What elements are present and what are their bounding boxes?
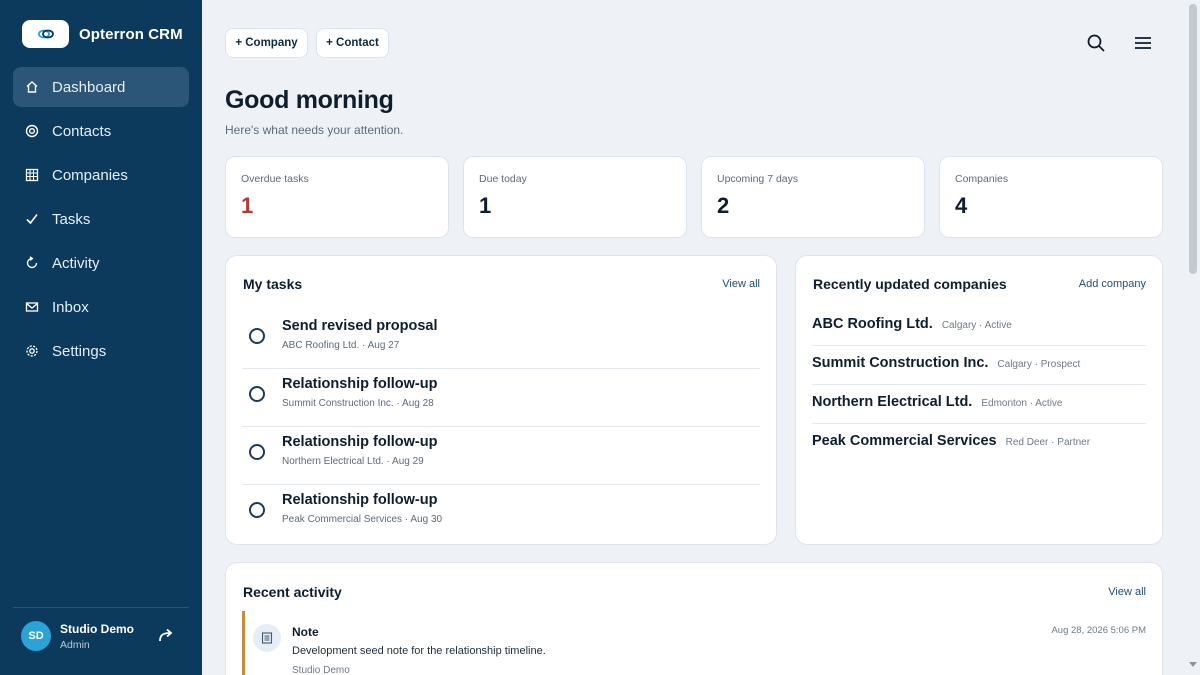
add-contact-button[interactable]: + Contact xyxy=(316,28,389,58)
task-title: Relationship follow-up xyxy=(282,434,438,450)
task-meta: Northern Electrical Ltd. · Aug 29 xyxy=(282,456,424,467)
stat-card-companies[interactable]: Companies 4 xyxy=(939,156,1163,238)
company-meta: Red Deer · Partner xyxy=(1005,437,1091,448)
sidebar-nav: Dashboard Contacts Companies Tasks Activ… xyxy=(13,67,189,375)
user-info: Studio Demo Admin xyxy=(60,622,134,651)
stat-value: 2 xyxy=(717,193,730,218)
activity-timestamp: Aug 28, 2026 5:06 PM xyxy=(1051,625,1146,636)
sidebar-item-dashboard[interactable]: Dashboard xyxy=(13,67,189,107)
company-row[interactable]: Northern Electrical Ltd. Edmonton · Acti… xyxy=(812,384,1146,424)
company-name: ABC Roofing Ltd. xyxy=(812,316,933,332)
scroll-down-icon[interactable] xyxy=(1189,662,1197,667)
sidebar-item-settings[interactable]: Settings xyxy=(13,331,189,371)
stat-label: Overdue tasks xyxy=(241,173,309,185)
sidebar-divider xyxy=(13,607,189,608)
contacts-icon xyxy=(24,123,40,139)
logo-icon xyxy=(22,20,69,48)
activity-type: Note xyxy=(292,625,319,639)
scrollbar-thumb[interactable] xyxy=(1189,4,1197,274)
task-row[interactable]: Relationship follow-up Northern Electric… xyxy=(242,428,760,485)
task-checkbox[interactable] xyxy=(249,328,265,344)
page-title: Good morning xyxy=(225,86,394,114)
task-title: Send revised proposal xyxy=(282,318,438,334)
sidebar-item-label: Companies xyxy=(52,166,128,184)
company-meta: Calgary · Prospect xyxy=(997,359,1081,370)
recent-companies-panel: Recently updated companies Add company A… xyxy=(795,255,1163,545)
company-name: Northern Electrical Ltd. xyxy=(812,394,973,410)
view-all-tasks-link[interactable]: View all xyxy=(722,278,760,290)
search-icon[interactable] xyxy=(1086,33,1106,53)
sidebar-item-label: Tasks xyxy=(52,210,91,228)
user-name: Studio Demo xyxy=(60,621,134,636)
sidebar-item-tasks[interactable]: Tasks xyxy=(13,199,189,239)
company-meta: Edmonton · Active xyxy=(981,398,1063,409)
task-title: Relationship follow-up xyxy=(282,492,438,508)
menu-icon[interactable] xyxy=(1133,33,1153,53)
sidebar-item-activity[interactable]: Activity xyxy=(13,243,189,283)
stat-card-upcoming[interactable]: Upcoming 7 days 2 xyxy=(701,156,925,238)
task-row[interactable]: Relationship follow-up Summit Constructi… xyxy=(242,370,760,427)
sidebar: Opterron CRM Dashboard Contacts Companie… xyxy=(0,0,202,675)
stat-label: Upcoming 7 days xyxy=(717,173,799,185)
my-tasks-panel: My tasks View all Send revised proposal … xyxy=(225,255,777,545)
grid-icon xyxy=(24,167,40,183)
activity-description: Development seed note for the relationsh… xyxy=(292,645,546,657)
company-name: Peak Commercial Services xyxy=(812,433,997,449)
stat-label: Due today xyxy=(479,173,527,185)
user-profile[interactable]: SD Studio Demo Admin xyxy=(21,621,181,651)
panel-title: Recently updated companies xyxy=(813,276,1007,292)
recent-activity-panel: Recent activity View all Note Developmen… xyxy=(225,562,1163,675)
sidebar-item-inbox[interactable]: Inbox xyxy=(13,287,189,327)
view-all-activity-link[interactable]: View all xyxy=(1108,586,1146,598)
sidebar-item-contacts[interactable]: Contacts xyxy=(13,111,189,151)
brand[interactable]: Opterron CRM xyxy=(22,20,183,48)
gear-icon xyxy=(24,343,40,359)
stat-value: 1 xyxy=(241,193,254,218)
sidebar-item-label: Contacts xyxy=(52,122,112,140)
logout-icon[interactable] xyxy=(157,626,177,646)
refresh-icon xyxy=(24,255,40,271)
task-checkbox[interactable] xyxy=(249,502,265,518)
add-company-link[interactable]: Add company xyxy=(1079,278,1146,290)
task-meta: Summit Construction Inc. · Aug 28 xyxy=(282,398,434,409)
company-name: Summit Construction Inc. xyxy=(812,355,989,371)
panel-title: Recent activity xyxy=(243,584,342,600)
company-meta: Calgary · Active xyxy=(941,320,1012,331)
sidebar-item-label: Dashboard xyxy=(52,78,126,96)
mail-icon xyxy=(24,299,40,315)
sidebar-item-label: Inbox xyxy=(52,298,89,316)
task-checkbox[interactable] xyxy=(249,386,265,402)
user-role: Admin xyxy=(60,638,90,651)
task-checkbox[interactable] xyxy=(249,444,265,460)
task-meta: ABC Roofing Ltd. · Aug 27 xyxy=(282,340,400,351)
company-row[interactable]: ABC Roofing Ltd. Calgary · Active xyxy=(812,306,1146,346)
stat-value: 4 xyxy=(955,193,968,218)
stat-value: 1 xyxy=(479,193,492,218)
sidebar-item-label: Settings xyxy=(52,342,107,360)
note-icon xyxy=(253,624,281,652)
home-icon xyxy=(24,79,40,95)
panel-title: My tasks xyxy=(243,276,303,292)
sidebar-item-label: Activity xyxy=(52,254,100,272)
page-subtitle: Here's what needs your attention. xyxy=(225,123,404,137)
stat-card-overdue[interactable]: Overdue tasks 1 xyxy=(225,156,449,238)
company-row[interactable]: Peak Commercial Services Red Deer · Part… xyxy=(812,423,1146,463)
sidebar-item-companies[interactable]: Companies xyxy=(13,155,189,195)
stat-label: Companies xyxy=(955,173,1009,185)
activity-author: Studio Demo xyxy=(292,665,350,675)
task-meta: Peak Commercial Services · Aug 30 xyxy=(282,514,443,525)
stat-card-due-today[interactable]: Due today 1 xyxy=(463,156,687,238)
app-title: Opterron CRM xyxy=(79,25,183,43)
task-row[interactable]: Send revised proposal ABC Roofing Ltd. ·… xyxy=(242,312,760,369)
task-row[interactable]: Relationship follow-up Peak Commercial S… xyxy=(242,486,760,543)
avatar: SD xyxy=(21,621,51,651)
check-icon xyxy=(24,211,40,227)
task-title: Relationship follow-up xyxy=(282,376,438,392)
activity-accent-bar xyxy=(242,611,245,675)
add-company-button[interactable]: + Company xyxy=(225,28,308,58)
company-row[interactable]: Summit Construction Inc. Calgary · Prosp… xyxy=(812,345,1146,385)
